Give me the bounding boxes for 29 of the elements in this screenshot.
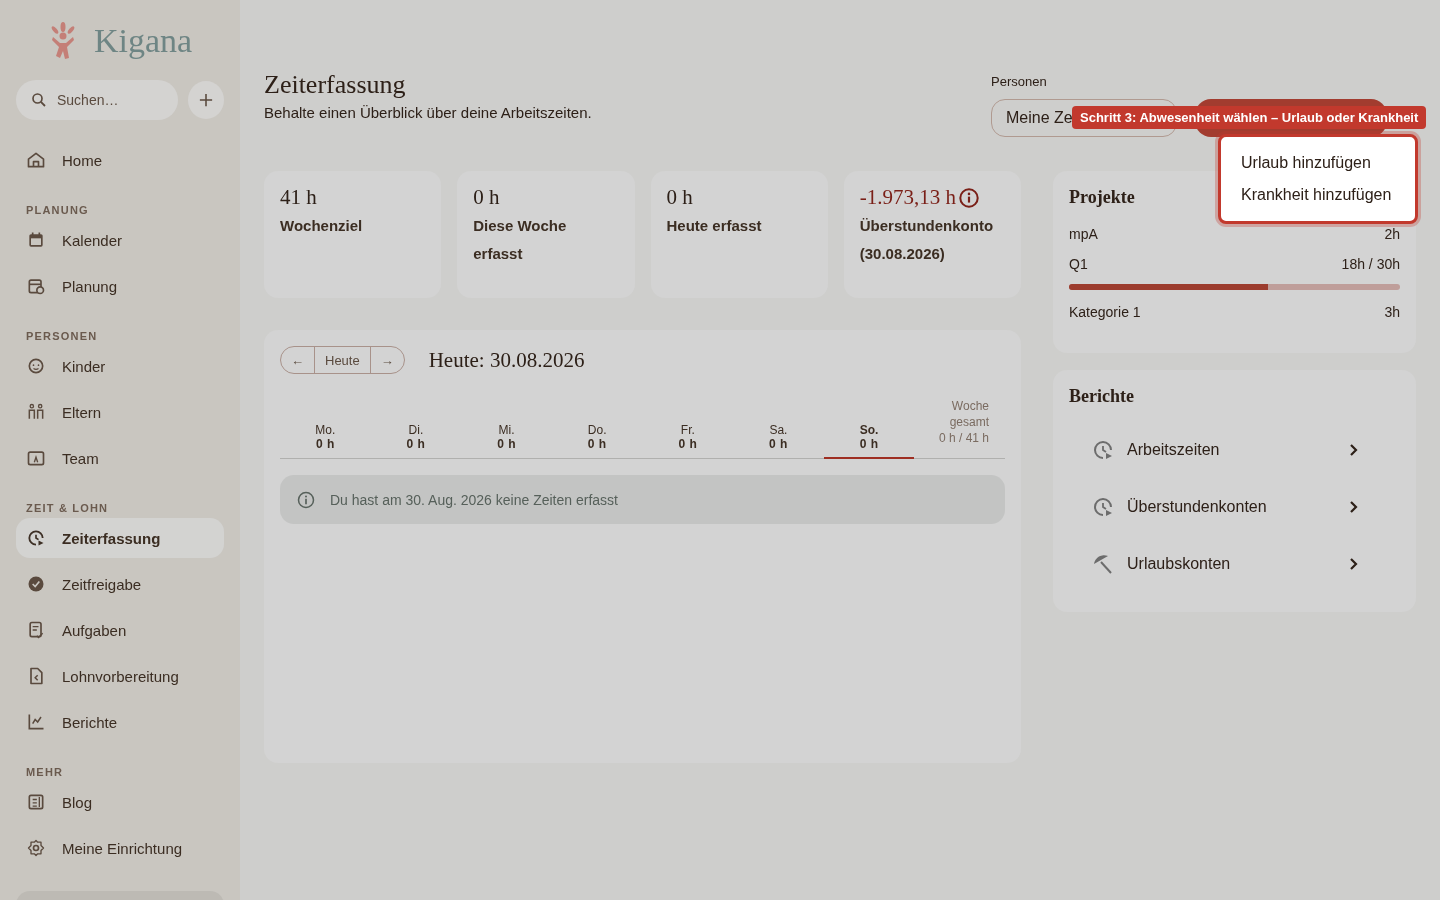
card-title: Berichte [1069, 386, 1134, 407]
persons-label: Personen [991, 74, 1047, 89]
card-title: Projekte [1069, 187, 1135, 208]
stat-value: 0 h [666, 185, 693, 210]
stat-value: 41 h [280, 185, 317, 210]
page-title: Zeiterfassung [264, 70, 406, 100]
stat-label: Überstundenkonto (30.08.2026) [859, 216, 995, 264]
stat-value: 0 h [473, 185, 500, 210]
stat-label: Wochenziel [280, 216, 364, 236]
stat-label: Heute erfasst [666, 216, 763, 236]
section-heading: ZEIT & LOHN [25, 502, 110, 514]
week-total-label: Woche gesamt [948, 398, 989, 430]
section-heading: PLANUNG [25, 204, 90, 216]
section-heading: MEHR [25, 766, 65, 778]
tour-tooltip: Schritt 3: Abwesenheit wählen – Urlaub oder Krankheit [1072, 106, 1427, 129]
project-name: mpA [1069, 226, 1098, 242]
date-heading: Heute: 30.08.2026 [428, 347, 585, 373]
logo-text: Kigana [93, 22, 193, 60]
week-total-value: 0 h / 41 h [938, 430, 989, 446]
notice-text: Du hast am 30. Aug. 2026 keine Zeiten erfasst [330, 491, 618, 508]
stat-value: -1.973,13 h [859, 185, 956, 210]
section-heading: PERSONEN [25, 330, 99, 342]
page-subtitle: Behalte einen Überblick über deine Arbeitszeiten. [264, 104, 592, 121]
project-hours: 3h [1384, 304, 1400, 320]
project-name: Q1 [1069, 256, 1088, 272]
project-hours: 2h [1384, 226, 1400, 242]
project-hours: 18h / 30h [1341, 256, 1400, 272]
project-name: Kategorie 1 [1069, 304, 1141, 320]
stat-label: Diese Woche erfasst [473, 216, 568, 264]
